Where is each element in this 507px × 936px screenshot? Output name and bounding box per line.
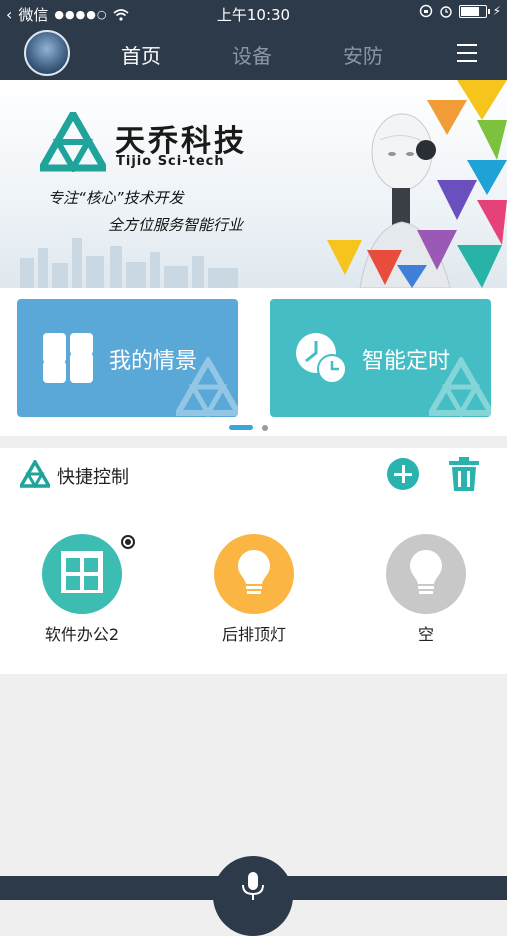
quick-control-section: 快捷控制 软件办公2 后排顶灯 空 [0,448,507,674]
device-icon-circle[interactable] [42,534,135,614]
main-nav: 首页 设备 安防 [0,28,507,80]
brand-watermark-icon [176,357,238,417]
rotation-lock-icon [419,4,432,18]
my-scenes-card[interactable]: 我的情景 [17,299,238,417]
microphone-icon [242,872,264,900]
tab-devices[interactable]: 设备 [232,40,272,69]
trash-icon[interactable] [448,457,480,491]
device-icon-circle[interactable] [214,534,294,614]
scene-grid-icon [43,333,93,383]
light-bulb-icon [238,550,270,594]
promo-banner[interactable]: 天乔科技 Tijio Sci-tech 专注“核心”技术开发 全方位服务智能行业 [0,80,507,288]
page-indicator[interactable] [0,425,507,431]
alarm-icon [439,6,452,18]
status-right: ⚡ [419,4,501,18]
device-icon-circle[interactable] [386,534,466,614]
brand-watermark-icon [429,357,491,417]
tab-security[interactable]: 安防 [343,40,383,69]
device-tile[interactable]: 后排顶灯 [194,534,314,645]
window-icon [61,551,103,593]
quick-control-title: 快捷控制 [57,467,129,488]
page-dot[interactable] [262,425,268,431]
charging-icon: ⚡ [492,4,501,18]
clock-icon [296,333,347,384]
device-tile[interactable]: 软件办公2 [22,534,142,645]
brand-english-name: Tijio Sci-tech [116,154,225,169]
selected-radio-icon[interactable] [121,535,135,549]
slogan-line-1: 专注“核心”技术开发 [48,189,184,207]
status-bar: ‹ 微信 ●●●●○ 上午10:30 ⚡ [0,0,507,28]
feature-cards: 我的情景 智能定时 [0,288,507,436]
page-dot-active[interactable] [229,425,253,430]
tab-home[interactable]: 首页 [121,40,161,69]
brand-logo-icon [40,112,106,172]
light-bulb-icon [410,550,442,594]
quick-control-header: 快捷控制 [0,448,507,502]
triangles-decoration [327,80,507,288]
city-skyline-image [20,238,238,288]
battery-icon [458,4,490,18]
slogan-line-2: 全方位服务智能行业 [108,216,244,234]
device-name: 软件办公2 [44,625,120,644]
voice-button[interactable] [213,856,293,936]
device-name: 空 [417,625,434,644]
smart-timer-card[interactable]: 智能定时 [270,299,491,417]
avatar[interactable] [24,30,70,76]
device-name: 后排顶灯 [221,625,286,644]
top-bar: ‹ 微信 ●●●●○ 上午10:30 ⚡ 首页 设备 安防 [0,0,507,80]
add-button[interactable] [387,458,419,490]
device-tile[interactable]: 空 [366,534,486,645]
menu-icon[interactable] [457,44,479,62]
brand-logo-icon [20,460,50,488]
